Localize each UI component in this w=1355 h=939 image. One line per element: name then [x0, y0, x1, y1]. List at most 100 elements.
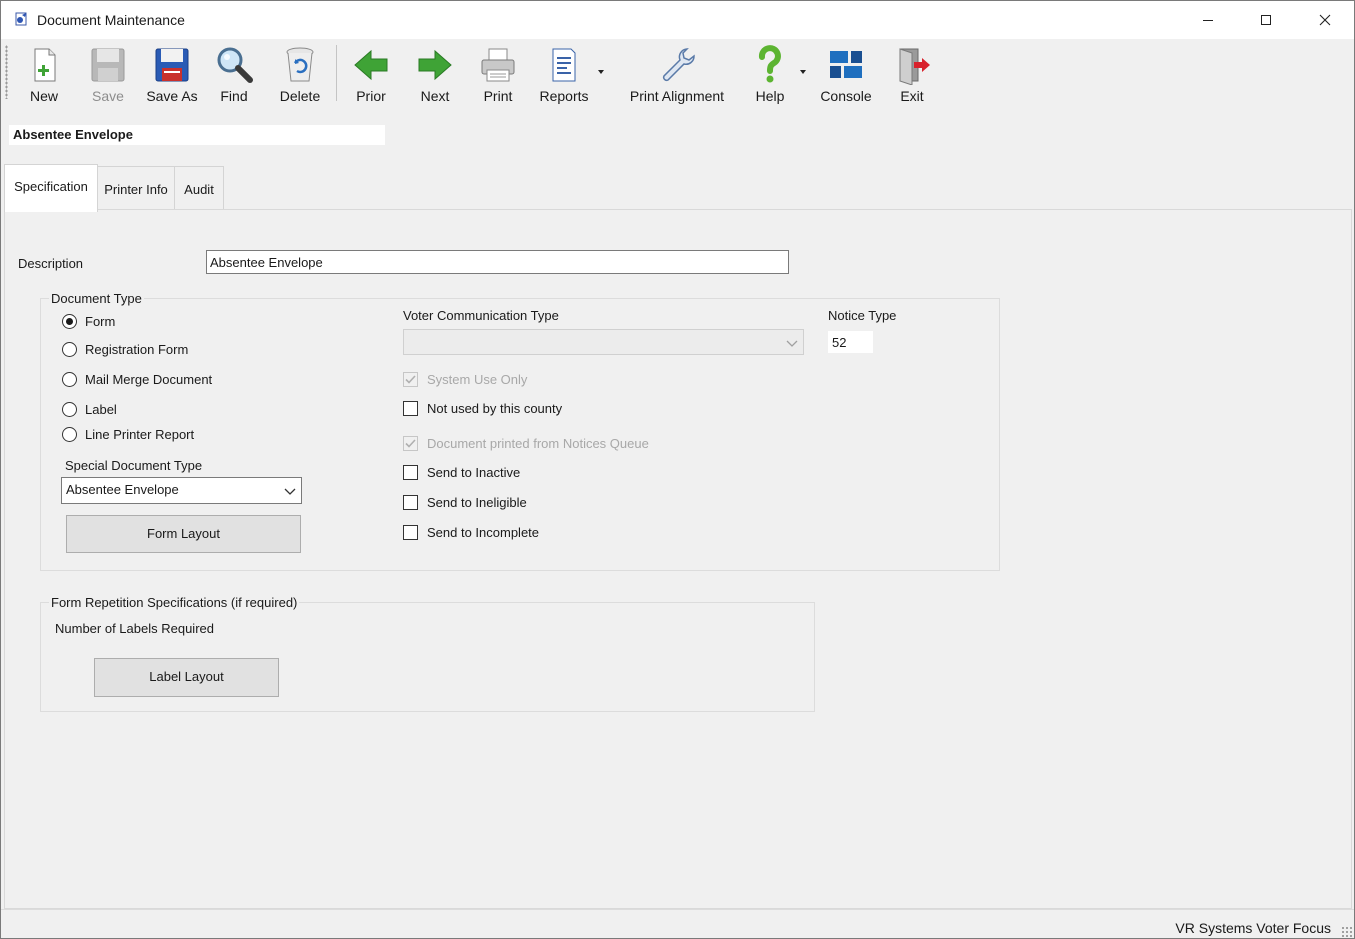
window-title: Document Maintenance	[37, 12, 185, 28]
toolbar-grip[interactable]	[5, 45, 8, 99]
minimize-button[interactable]	[1179, 1, 1237, 39]
delete-label: Delete	[279, 88, 321, 104]
minimize-icon	[1203, 20, 1213, 21]
new-document-icon	[34, 48, 56, 82]
label-layout-button-label: Label Layout	[149, 669, 224, 684]
document-type-title: Document Type	[49, 291, 144, 306]
new-button[interactable]: New	[21, 43, 67, 104]
radio-mail-merge-document[interactable]	[62, 372, 77, 387]
record-header: Absentee Envelope	[9, 125, 385, 145]
tab-printer-info-label: Printer Info	[104, 182, 168, 197]
form-repetition-title: Form Repetition Specifications (if requi…	[49, 595, 300, 610]
print-alignment-label: Print Alignment	[629, 88, 725, 104]
exit-label: Exit	[900, 88, 924, 104]
green-arrow-left-icon	[354, 49, 388, 81]
form-repetition-group: Form Repetition Specifications (if requi…	[40, 595, 815, 712]
reports-button[interactable]: Reports	[535, 43, 593, 104]
checkmark-icon	[405, 375, 416, 384]
find-label: Find	[220, 88, 248, 104]
checkmark-icon	[405, 439, 416, 448]
close-icon	[1319, 14, 1331, 26]
not-used-by-county-label: Not used by this county	[427, 401, 563, 416]
printed-from-queue-label: Document printed from Notices Queue	[427, 436, 649, 451]
toolbar: New Save Save As Find Delete Prior Next …	[1, 39, 1354, 107]
exit-door-icon	[899, 48, 930, 85]
chevron-down-icon	[786, 340, 798, 347]
special-document-type-label: Special Document Type	[65, 458, 203, 473]
resize-grip[interactable]	[1341, 926, 1352, 937]
help-label: Help	[755, 88, 785, 104]
print-button[interactable]: Print	[475, 43, 521, 104]
form-layout-button[interactable]: Form Layout	[66, 515, 301, 553]
radio-registration-form[interactable]	[62, 342, 77, 357]
close-button[interactable]	[1296, 1, 1354, 39]
radio-form-label: Form	[85, 314, 116, 329]
status-text: VR Systems Voter Focus	[1175, 920, 1331, 936]
system-use-only-label: System Use Only	[427, 372, 528, 387]
printed-from-queue-checkbox[interactable]	[403, 436, 418, 451]
notice-type-label: Notice Type	[828, 308, 897, 323]
not-used-by-county-checkbox[interactable]	[403, 401, 418, 416]
save-as-label: Save As	[146, 88, 198, 104]
send-to-ineligible-checkbox[interactable]	[403, 495, 418, 510]
save-button[interactable]: Save	[85, 43, 131, 104]
exit-button[interactable]: Exit	[889, 43, 935, 104]
form-layout-button-label: Form Layout	[147, 526, 220, 541]
special-document-type-select[interactable]: Absentee Envelope	[61, 477, 302, 504]
labels-required-label: Number of Labels Required	[55, 621, 214, 636]
next-label: Next	[420, 88, 450, 104]
recycle-bin-icon	[286, 47, 314, 82]
prior-label: Prior	[356, 88, 386, 104]
description-label: Description	[18, 256, 84, 271]
tab-audit[interactable]: Audit	[174, 166, 224, 211]
next-button[interactable]: Next	[412, 43, 458, 104]
console-button[interactable]: Console	[815, 43, 877, 104]
send-to-ineligible-label: Send to Ineligible	[427, 495, 527, 510]
wrench-icon	[662, 48, 695, 82]
document-type-group: Document Type Form Registration Form Mai…	[40, 291, 1000, 571]
record-title: Absentee Envelope	[13, 127, 133, 142]
voter-communication-type-label: Voter Communication Type	[403, 308, 559, 323]
send-to-inactive-checkbox[interactable]	[403, 465, 418, 480]
maximize-button[interactable]	[1237, 1, 1295, 39]
help-button[interactable]: Help	[747, 43, 793, 104]
document-maintenance-window: Document Maintenance New Save Save As Fi…	[0, 0, 1355, 939]
question-mark-icon	[758, 45, 781, 83]
prior-button[interactable]: Prior	[348, 43, 394, 104]
status-bar: VR Systems Voter Focus	[1, 909, 1354, 938]
magnifier-icon	[217, 47, 253, 83]
print-alignment-button[interactable]: Print Alignment	[621, 43, 733, 104]
save-as-button[interactable]: Save As	[145, 43, 199, 104]
radio-label-label: Label	[85, 402, 117, 417]
radio-form[interactable]	[62, 314, 77, 329]
green-arrow-right-icon	[418, 49, 452, 81]
special-document-type-value: Absentee Envelope	[66, 482, 179, 497]
printer-icon	[481, 48, 515, 82]
delete-button[interactable]: Delete	[273, 43, 327, 104]
description-field[interactable]	[206, 250, 789, 274]
console-icon	[830, 51, 862, 78]
help-dropdown-arrow[interactable]	[800, 70, 806, 74]
tab-specification[interactable]: Specification	[4, 164, 98, 212]
save-label: Save	[92, 88, 124, 104]
new-label: New	[29, 88, 58, 104]
maximize-icon	[1261, 15, 1271, 25]
find-button[interactable]: Find	[211, 43, 257, 104]
print-label: Print	[483, 88, 513, 104]
send-to-incomplete-label: Send to Incomplete	[427, 525, 540, 540]
floppy-disk-icon	[155, 48, 189, 82]
send-to-inactive-label: Send to Inactive	[427, 465, 521, 480]
tab-audit-label: Audit	[184, 182, 214, 197]
radio-mail-merge-document-label: Mail Merge Document	[85, 372, 213, 387]
notice-type-field[interactable]	[828, 331, 873, 353]
reports-dropdown-arrow[interactable]	[598, 70, 604, 74]
radio-label[interactable]	[62, 402, 77, 417]
system-use-only-checkbox[interactable]	[403, 372, 418, 387]
label-layout-button[interactable]: Label Layout	[94, 658, 279, 697]
radio-line-printer-report[interactable]	[62, 427, 77, 442]
send-to-incomplete-checkbox[interactable]	[403, 525, 418, 540]
tab-specification-label: Specification	[14, 179, 88, 194]
voter-communication-type-select[interactable]	[403, 329, 804, 355]
chevron-down-icon	[284, 488, 296, 495]
tab-printer-info[interactable]: Printer Info	[96, 166, 176, 211]
